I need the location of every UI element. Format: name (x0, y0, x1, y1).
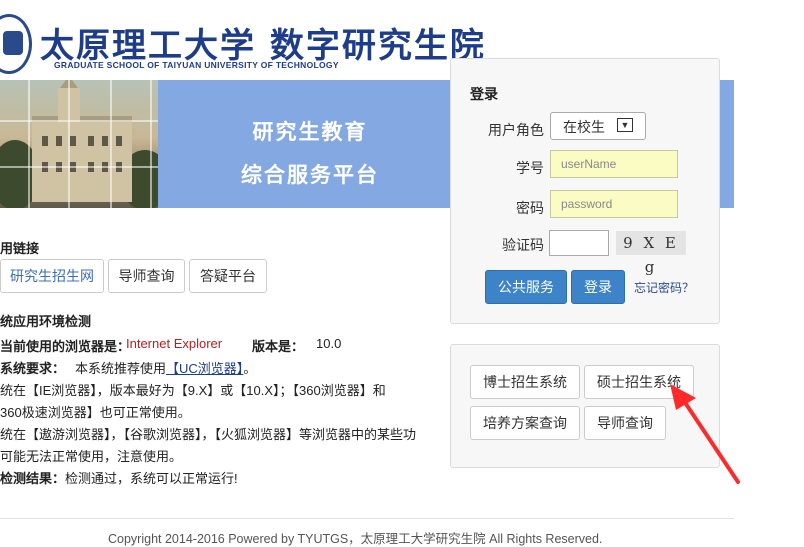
browser-value: Internet Explorer (126, 336, 223, 351)
copyright-text: Copyright 2014-2016 Powered by TYUTGS，太原… (108, 532, 603, 546)
links-heading: 用链接 (0, 241, 40, 256)
browser-label: 当前使用的浏览器是： (0, 339, 131, 354)
banner-line-1: 研究生教育 (252, 121, 368, 144)
footer-divider (0, 518, 734, 519)
link-recruit-site[interactable]: 研究生招生网 (0, 259, 104, 293)
training-plan-button[interactable]: 培养方案查询 (470, 406, 580, 440)
env-line-3: 统在【IE浏览器】，版本最好为【9.X】或【10.X】；【360浏览器】和 (0, 383, 386, 398)
role-label: 用户角色 (488, 122, 544, 138)
env-line-6: 可能无法正常使用，注意使用。 (0, 449, 183, 464)
chevron-down-icon: ▼ (617, 118, 633, 132)
env-line-4: 360极速浏览器】也可正常使用。 (0, 405, 191, 420)
banner-line-2: 综合服务平台 (241, 164, 379, 187)
campus-photo (0, 80, 158, 208)
uc-browser-link[interactable]: 【UC浏览器】 (166, 361, 243, 376)
captcha-label: 验证码 (502, 237, 544, 253)
login-button[interactable]: 登录 (571, 270, 625, 304)
phd-admission-button[interactable]: 博士招生系统 (470, 365, 580, 399)
env-line-5: 统在【遨游浏览器】，【谷歌浏览器】，【火狐浏览器】等浏览器中的某些功 (0, 427, 417, 442)
result-text: 检测通过，系统可以正常运行! (65, 471, 238, 486)
version-value: 10.0 (316, 336, 342, 351)
red-arrow-annotation (670, 384, 740, 484)
student-id-input[interactable]: userName (550, 150, 678, 178)
password-label: 密码 (516, 200, 544, 216)
public-service-button[interactable]: 公共服务 (485, 270, 567, 304)
student-id-label: 学号 (516, 160, 544, 176)
result-label: 检测结果： (0, 471, 66, 486)
result-line: 检测结果：检测通过，系统可以正常运行! (0, 468, 238, 487)
requirement-label: 系统要求： (0, 361, 66, 376)
site-subtitle: GRADUATE SCHOOL OF TAIYUAN UNIVERSITY OF… (54, 60, 339, 70)
env-heading: 统应用环境检测 (0, 314, 92, 329)
password-input[interactable]: password (550, 190, 678, 218)
requirement-end: 。 (243, 361, 257, 376)
link-qa-platform[interactable]: 答疑平台 (189, 259, 267, 293)
captcha-image[interactable]: 9 X E g (616, 231, 686, 276)
link-advisor-query[interactable]: 导师查询 (108, 259, 185, 293)
login-title: 登录 (470, 86, 498, 102)
forgot-password-link[interactable]: 忘记密码？ (634, 279, 694, 296)
advisor-query-button[interactable]: 导师查询 (584, 406, 666, 440)
requirement-line: 系统要求： 本系统推荐使用【UC浏览器】。 (0, 358, 256, 377)
role-select-value: 在校生 (563, 119, 605, 135)
role-select[interactable]: 在校生 ▼ (550, 112, 646, 140)
university-logo (0, 14, 32, 74)
requirement-text: 本系统推荐使用 (75, 361, 167, 376)
version-label: 版本是： (252, 339, 305, 354)
captcha-input[interactable] (549, 230, 609, 256)
